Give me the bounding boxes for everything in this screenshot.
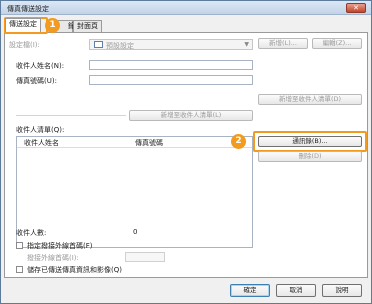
recipient-count-label: 收件人數: (16, 229, 47, 237)
save-info-label: 儲存已傳送傳真資訊和影像(Q) (27, 266, 122, 274)
outside-line-label: 指定撥接外線首碼(F) (27, 242, 93, 250)
profile-select-value: 預設設定 (106, 42, 134, 50)
profile-icon (94, 41, 103, 48)
fax-number-field[interactable] (89, 75, 253, 85)
save-info-checkbox[interactable] (16, 266, 23, 273)
callout-badge-1: 1 (45, 18, 60, 33)
cancel-button[interactable]: 取消 (276, 284, 316, 297)
window-title: 傳真傳送設定 (7, 5, 49, 13)
outside-line-checkbox[interactable] (16, 242, 23, 249)
separator-left (16, 115, 126, 116)
close-button[interactable]: ✕ (346, 3, 366, 13)
profile-edit-button[interactable]: 編輯(Z)... (312, 38, 362, 49)
profile-new-button[interactable]: 新增(L)... (258, 38, 308, 49)
address-book-highlight (253, 131, 367, 152)
profile-select[interactable]: 預設設定 ▼ (89, 39, 253, 50)
outside-prefix-field[interactable] (125, 252, 165, 262)
settings-panel: 設定檔(I): 預設設定 ▼ 新增(L)... 編輯(Z)... 收件人姓名(N… (4, 32, 368, 278)
delete-button[interactable]: 刪除(D) (258, 151, 362, 162)
chevron-down-icon: ▼ (244, 41, 249, 48)
recipient-name-field[interactable] (89, 60, 253, 70)
recipient-count-value: 0 (133, 228, 138, 236)
tab-send-settings[interactable]: 傳送設定 (5, 18, 41, 32)
add-detail-button[interactable]: 新增至收件人清單(D) (258, 94, 362, 105)
recipient-name-label: 收件人姓名(N): (16, 62, 65, 70)
recipient-list-header: 收件人姓名 傳真號碼 (17, 137, 252, 148)
fax-send-settings-window: 傳真傳送設定 ✕ 傳送設定 錄 封面頁 設定檔(I): 預設設定 ▼ 新增(L)… (0, 0, 372, 304)
title-bar: 傳真傳送設定 ✕ (1, 1, 371, 15)
ok-button[interactable]: 確定 (230, 284, 270, 297)
callout-badge-2: 2 (231, 134, 246, 149)
add-to-recipient-list-button[interactable]: 新增至收件人清單(L) (129, 110, 253, 121)
help-button[interactable]: 說明 (322, 284, 362, 297)
recipient-list-label: 收件人清單(Q): (16, 126, 65, 134)
outside-prefix-label: 撥接外線首碼(I): (27, 254, 79, 262)
column-fax-number[interactable]: 傳真號碼 (135, 138, 163, 148)
column-recipient-name[interactable]: 收件人姓名 (24, 138, 59, 148)
profile-label: 設定檔(I): (9, 41, 40, 49)
tab-cover-page[interactable]: 封面頁 (73, 20, 102, 32)
fax-number-label: 傳真號碼(U): (16, 77, 57, 85)
